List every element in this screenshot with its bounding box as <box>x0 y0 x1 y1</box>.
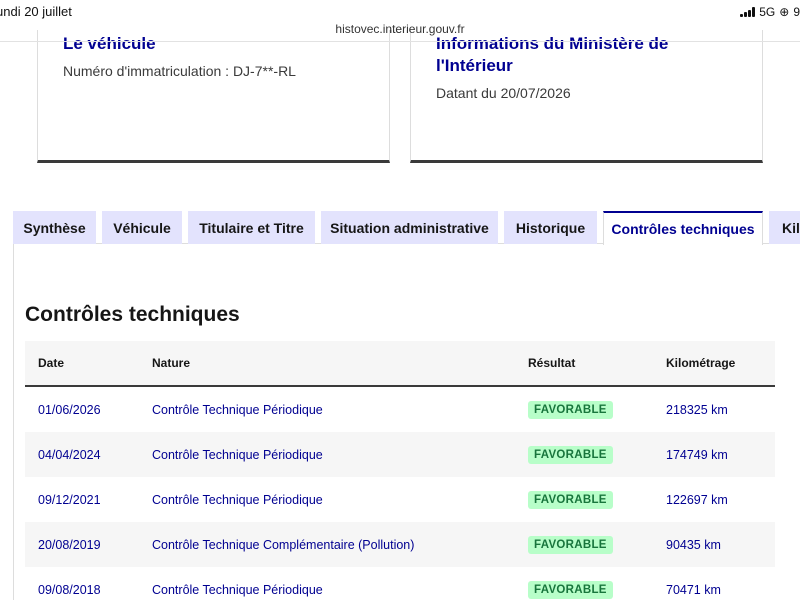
tab-situation-administrative[interactable]: Situation administrative <box>321 211 498 244</box>
status-bar: undi 20 juillet 5G ⊕ 9 <box>0 0 800 22</box>
table-row: 09/12/2021 Contrôle Technique Périodique… <box>25 477 775 522</box>
vehicle-card: Le véhicule Numéro d'immatriculation : D… <box>37 30 390 163</box>
table-row: 20/08/2019 Contrôle Technique Complément… <box>25 522 775 567</box>
result-badge: FAVORABLE <box>528 400 613 419</box>
table-row: 09/08/2018 Contrôle Technique Périodique… <box>25 567 775 600</box>
status-indicators: 5G ⊕ 9 <box>740 5 800 19</box>
column-header-mileage: Kilométrage <box>666 356 736 370</box>
url-divider <box>0 41 800 42</box>
tab-bar: Synthèse Véhicule Titulaire et Titre Sit… <box>0 211 800 245</box>
row-mileage: 70471 km <box>666 582 721 597</box>
row-date: 09/08/2018 <box>38 582 101 597</box>
result-badge-cell: FAVORABLE <box>528 432 613 477</box>
row-date: 09/12/2021 <box>38 492 101 507</box>
ministry-card-date: Datant du 20/07/2026 <box>436 85 571 101</box>
tab-vehicule[interactable]: Véhicule <box>102 211 182 244</box>
result-badge: FAVORABLE <box>528 445 613 464</box>
address-bar-text: histovec.interieur.gouv.fr <box>335 22 465 36</box>
tab-synthese[interactable]: Synthèse <box>13 211 96 244</box>
result-badge: FAVORABLE <box>528 580 613 599</box>
table-row: 01/06/2026 Contrôle Technique Périodique… <box>25 387 775 432</box>
result-badge-cell: FAVORABLE <box>528 567 613 600</box>
result-badge: FAVORABLE <box>528 535 613 554</box>
column-header-result: Résultat <box>528 356 576 370</box>
result-badge-cell: FAVORABLE <box>528 522 613 567</box>
technical-inspections-table: Date Nature Résultat Kilométrage 01/06/2… <box>25 341 775 600</box>
result-badge-cell: FAVORABLE <box>528 387 613 432</box>
cellular-signal-icon <box>740 7 756 17</box>
lock-rotation-icon: ⊕ <box>779 5 790 19</box>
row-date: 20/08/2019 <box>38 537 101 552</box>
row-nature: Contrôle Technique Complémentaire (Pollu… <box>152 537 415 552</box>
table-header: Date Nature Résultat Kilométrage <box>25 341 775 387</box>
row-mileage: 90435 km <box>666 537 721 552</box>
row-date: 01/06/2026 <box>38 402 101 417</box>
column-header-nature: Nature <box>152 356 191 370</box>
section-title: Contrôles techniques <box>25 303 240 326</box>
tab-historique[interactable]: Historique <box>504 211 597 244</box>
tab-titulaire-et-titre[interactable]: Titulaire et Titre <box>188 211 315 244</box>
battery-level: 9 <box>793 5 800 19</box>
row-nature: Contrôle Technique Périodique <box>152 492 323 507</box>
tab-kilometrage[interactable]: Kilo <box>769 211 800 244</box>
row-date: 04/04/2024 <box>38 447 101 462</box>
ministry-card: Informations du Ministère de l'Intérieur… <box>410 30 763 163</box>
row-mileage: 218325 km <box>666 402 728 417</box>
table-row: 04/04/2024 Contrôle Technique Périodique… <box>25 432 775 477</box>
row-nature: Contrôle Technique Périodique <box>152 402 323 417</box>
network-type: 5G <box>759 5 776 19</box>
row-mileage: 122697 km <box>666 492 728 507</box>
column-header-date: Date <box>38 356 65 370</box>
tab-controles-techniques[interactable]: Contrôles techniques <box>603 211 763 245</box>
row-nature: Contrôle Technique Périodique <box>152 582 323 597</box>
row-nature: Contrôle Technique Périodique <box>152 447 323 462</box>
ministry-card-title-line2: l'Intérieur <box>436 56 513 75</box>
result-badge: FAVORABLE <box>528 490 613 509</box>
status-date: undi 20 juillet <box>0 4 72 19</box>
result-badge-cell: FAVORABLE <box>528 477 613 522</box>
registration-number: Numéro d'immatriculation : DJ-7**-RL <box>63 63 296 79</box>
row-mileage: 174749 km <box>666 447 728 462</box>
